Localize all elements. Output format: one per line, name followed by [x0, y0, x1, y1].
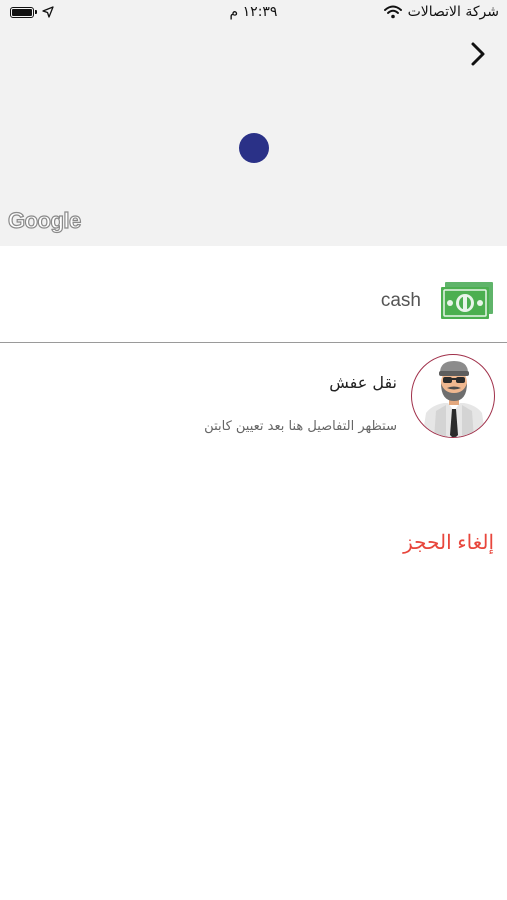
- driver-name: نقل عفش: [329, 373, 397, 392]
- cash-icon: [441, 282, 493, 319]
- status-carrier: شركة الاتصالات: [383, 4, 499, 20]
- google-logo: Google: [7, 207, 81, 233]
- wifi-icon: [383, 5, 402, 19]
- current-location-pin: [239, 133, 269, 163]
- screen: Google ١٢:٣٩ م شركة الاتصالات cash نقل ع…: [0, 0, 507, 900]
- driver-info-row: نقل عفش ستظهر التفاصيل هنا بعد تعيين كاب…: [0, 343, 507, 453]
- driver-details-note: ستظهر التفاصيل هنا بعد تعيين كابتن: [204, 419, 397, 434]
- status-bar: ١٢:٣٩ م شركة الاتصالات: [0, 0, 507, 28]
- payment-method-row[interactable]: cash: [0, 246, 507, 343]
- cancel-booking-button[interactable]: إلغاء الحجز: [403, 530, 494, 555]
- carrier-name: شركة الاتصالات: [407, 4, 499, 20]
- map-view[interactable]: Google: [0, 0, 507, 246]
- driver-avatar-icon: [422, 361, 486, 437]
- chevron-right-icon[interactable]: [467, 40, 489, 68]
- driver-avatar: [411, 354, 495, 438]
- payment-method-label: cash: [380, 290, 421, 311]
